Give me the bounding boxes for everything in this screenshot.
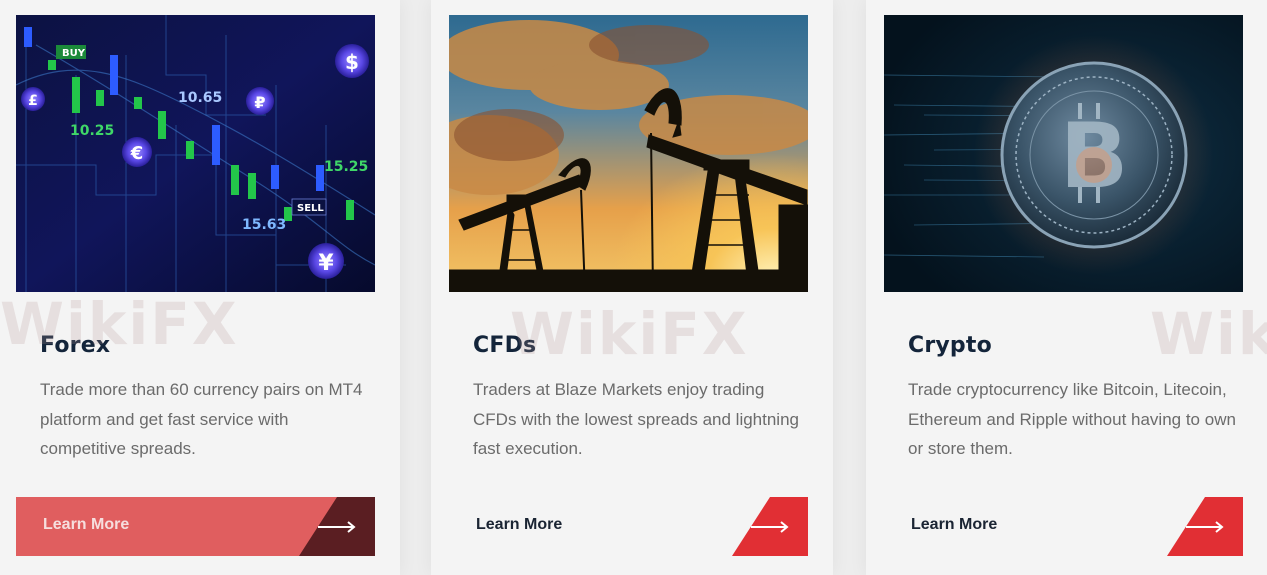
svg-text:15.63: 15.63 [242,217,286,233]
svg-text:15.25: 15.25 [324,159,368,175]
svg-text:SELL: SELL [297,203,324,214]
arrow-right-icon [732,497,808,556]
crypto-image: B [884,15,1243,292]
arrow-right-icon [299,497,375,556]
card-title-forex: Forex [40,333,111,358]
card-description-crypto: Trade cryptocurrency like Bitcoin, Litec… [908,380,1236,458]
service-card-crypto: B Crypto Trade cryptocurrency like Bitco… [866,0,1267,575]
svg-text:BUY: BUY [62,48,86,59]
svg-text:€: € [130,143,144,164]
card-title-cfds: CFDs [473,333,537,358]
currency-chart-icon: BUY 10.65 10.25 15.25 SELL 15.63 £ $ ₽ €… [16,15,375,292]
card-title-crypto: Crypto [908,333,992,358]
learn-more-label: Learn More [911,516,998,533]
card-description-cfds: Traders at Blaze Markets enjoy trading C… [473,380,799,458]
bitcoin-coin-icon: B [884,15,1243,292]
arrow-right-icon [1167,497,1243,556]
services-section: BUY 10.65 10.25 15.25 SELL 15.63 £ $ ₽ €… [0,0,1267,575]
svg-text:10.25: 10.25 [70,123,114,139]
learn-more-button-cfds[interactable]: Learn More [449,497,808,556]
learn-more-label: Learn More [43,516,130,533]
learn-more-label: Learn More [476,516,563,533]
svg-text:$: $ [345,50,359,74]
service-card-forex: BUY 10.65 10.25 15.25 SELL 15.63 £ $ ₽ €… [0,0,400,575]
svg-text:¥: ¥ [318,251,334,276]
svg-text:£: £ [28,93,38,109]
forex-image: BUY 10.65 10.25 15.25 SELL 15.63 £ $ ₽ €… [16,15,375,292]
learn-more-button-crypto[interactable]: Learn More [884,497,1243,556]
learn-more-button-forex[interactable]: Learn More [16,497,375,556]
service-card-cfds: CFDs Traders at Blaze Markets enjoy trad… [431,0,833,575]
svg-text:₽: ₽ [254,93,265,112]
cfds-image [449,15,808,292]
oil-pump-icon [449,15,808,292]
svg-text:10.65: 10.65 [178,90,222,106]
card-description-forex: Trade more than 60 currency pairs on MT4… [40,380,363,458]
